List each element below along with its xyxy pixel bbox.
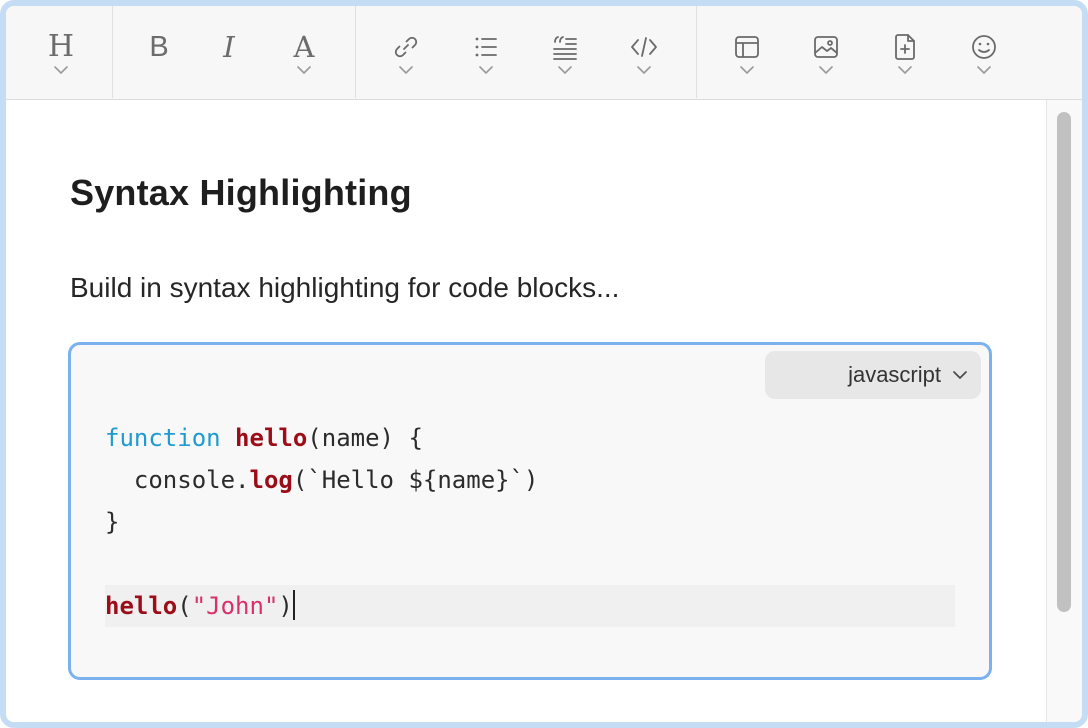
bold-button[interactable]: B xyxy=(137,32,181,92)
font-style-button[interactable]: A xyxy=(282,32,326,92)
toolbar-separator xyxy=(355,6,356,98)
bulleted-list-icon xyxy=(475,37,497,57)
link-icon xyxy=(394,36,418,58)
code-token: } xyxy=(105,508,120,536)
chevron-down-icon xyxy=(297,66,311,74)
chevron-down-icon xyxy=(479,66,493,74)
bold-icon: B xyxy=(149,31,169,63)
chevron-down-icon xyxy=(953,371,967,379)
chevron-down-icon xyxy=(54,66,68,74)
image-button[interactable] xyxy=(804,32,848,92)
add-file-icon xyxy=(895,34,915,60)
table-icon xyxy=(735,36,759,58)
scrollbar-thumb[interactable] xyxy=(1057,112,1071,612)
link-button[interactable] xyxy=(384,32,428,92)
vertical-scrollbar[interactable] xyxy=(1046,100,1082,722)
code-line: console.log(`Hello ${name}`) xyxy=(105,459,955,501)
chevron-down-icon xyxy=(977,66,991,74)
text-caret xyxy=(292,590,295,620)
code-line: } xyxy=(105,501,955,543)
table-button[interactable] xyxy=(725,32,769,92)
image-icon xyxy=(814,36,838,58)
keyword-token: function xyxy=(105,424,221,452)
language-label: javascript xyxy=(848,362,941,387)
chevron-down-icon xyxy=(637,66,651,74)
code-token: ( xyxy=(177,592,192,620)
heading-button[interactable]: H xyxy=(39,32,83,92)
bulleted-list-button[interactable] xyxy=(464,32,508,92)
chevron-down-icon xyxy=(819,66,833,74)
font-style-icon: A xyxy=(293,30,315,64)
editor-content[interactable]: Syntax Highlighting Build in syntax high… xyxy=(6,100,1052,722)
document-heading: Syntax Highlighting xyxy=(70,172,412,213)
toolbar-separator xyxy=(696,6,697,98)
blockquote-button[interactable] xyxy=(543,32,587,92)
code-token: console. xyxy=(105,466,250,494)
code-line: function hello(name) { xyxy=(105,417,955,459)
blockquote-icon xyxy=(553,36,577,60)
code-block-button[interactable] xyxy=(622,32,666,92)
italic-icon: I xyxy=(223,30,235,64)
code-token: ) xyxy=(278,592,293,620)
emoji-button[interactable] xyxy=(962,32,1006,92)
function-token: log xyxy=(249,466,293,494)
editor-window: H B I A Syntax Highlighting Build in syn… xyxy=(0,0,1088,728)
toolbar: H B I A xyxy=(6,6,1082,100)
emoji-icon xyxy=(972,35,996,59)
string-token: "John" xyxy=(191,592,279,620)
function-token: hello xyxy=(235,424,308,452)
chevron-down-icon xyxy=(558,66,572,74)
italic-button[interactable]: I xyxy=(207,32,251,92)
function-token: hello xyxy=(105,592,178,620)
chevron-down-icon xyxy=(399,66,413,74)
chevron-down-icon xyxy=(898,66,912,74)
code-icon xyxy=(631,37,657,57)
document-paragraph: Build in syntax highlighting for code bl… xyxy=(70,272,620,303)
code-line-active: hello("John") xyxy=(105,585,955,627)
code-token: (name) { xyxy=(307,424,423,452)
language-select[interactable]: javascript xyxy=(765,351,981,399)
code-token: (`Hello ${name}`) xyxy=(292,466,539,494)
code-block[interactable]: javascript function hello(name) { consol… xyxy=(68,342,992,680)
chevron-down-icon xyxy=(740,66,754,74)
add-file-button[interactable] xyxy=(883,32,927,92)
heading-icon: H xyxy=(47,29,75,64)
code-editor[interactable]: function hello(name) { console.log(`Hell… xyxy=(105,417,955,627)
toolbar-separator xyxy=(112,6,113,98)
